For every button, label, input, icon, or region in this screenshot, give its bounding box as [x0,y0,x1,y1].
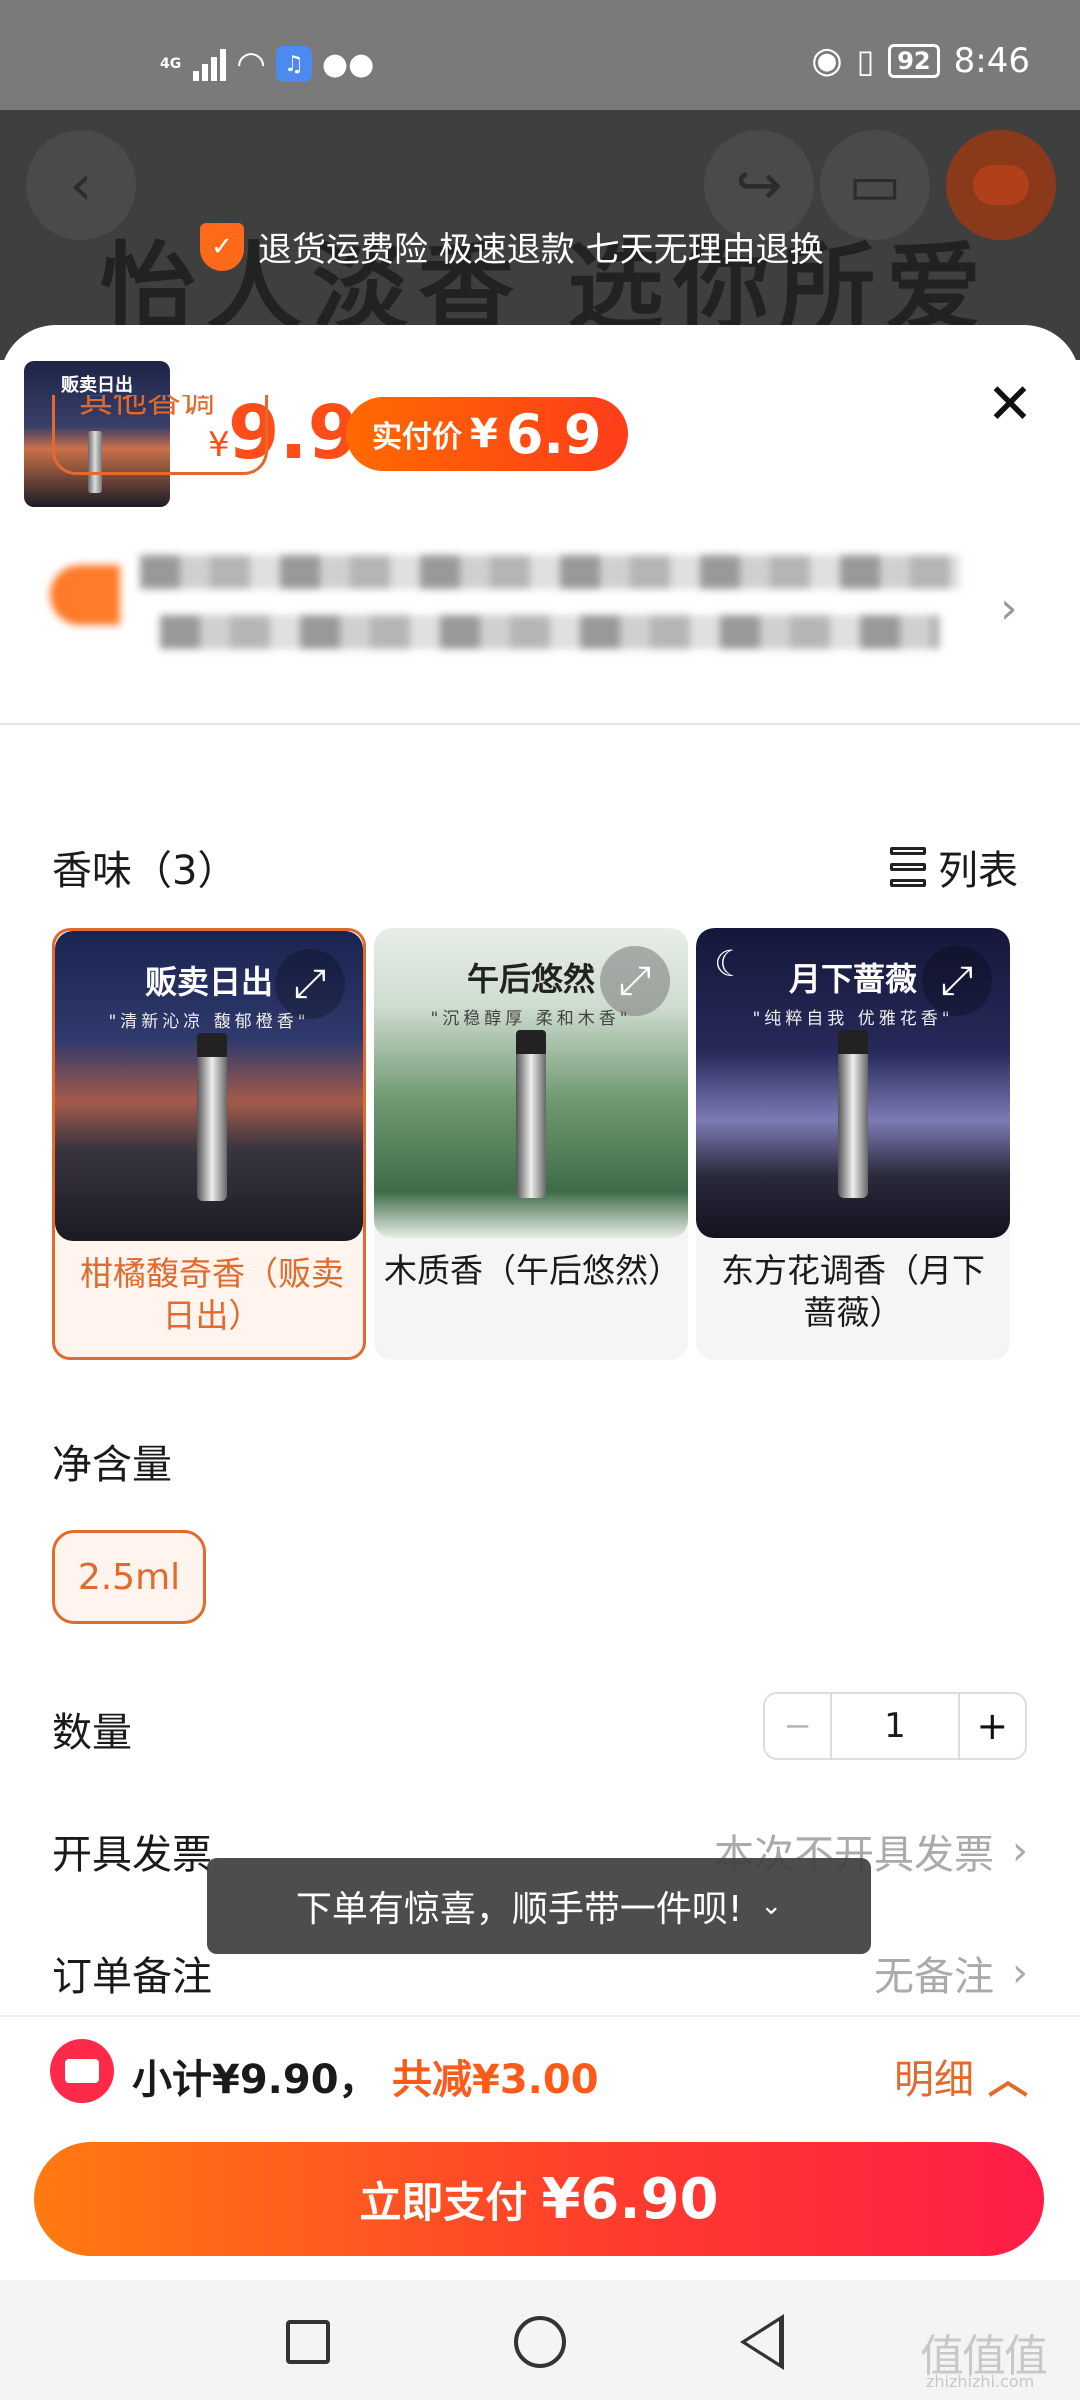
pay-now-button[interactable]: 立即支付 ¥6.90 [34,2142,1044,2256]
back-nav-icon[interactable] [740,2314,784,2370]
shield-check-icon: ✓ [200,222,244,271]
decrement-button[interactable]: − [765,1694,833,1758]
subtotal-text: 小计¥9.90， [132,2057,379,2103]
list-icon [890,847,926,887]
more-icon [946,130,1056,240]
status-bar: 4G ◠ ♫ ●● ◉ ▯ 92 8:46 [0,0,1080,110]
wechat-icon: ●● [321,46,375,82]
guarantee-text: 退货运费险 极速退款 七天无理由退换 [258,230,824,270]
scent-image-2: 午后悠然 "沉稳醇厚 柔和木香" ⤢ [374,928,688,1238]
pay-now-amount: ¥6.90 [541,2166,719,2232]
chevron-double-down-icon: ⌄ [760,1891,783,1921]
signal-icon [193,47,227,81]
recents-icon[interactable] [286,2320,330,2364]
scent-image-1: 贩卖日出 "清新沁凉 馥郁橙香" ⤢ [55,931,363,1241]
status-left: 4G ◠ ♫ ●● [160,44,374,84]
scent-cards: 贩卖日出 "清新沁凉 馥郁橙香" ⤢ 柑橘馥奇香（贩卖日出） 午后悠然 "沉稳醇… [52,928,1010,1360]
close-icon[interactable]: ✕ [980,375,1040,435]
quantity-stepper: − 1 + [763,1692,1027,1760]
header-divider [0,723,1080,725]
battery-indicator: 92 [888,43,940,78]
network-type: 4G [160,56,182,72]
actual-price-label: 实付价 [372,420,462,455]
status-right: ◉ ▯ 92 8:46 [811,40,1030,81]
system-nav-bar: 值值值 zhizhizhi.com [0,2280,1080,2400]
toast-text: 下单有惊喜，顺手带一件呗! [295,1889,743,1930]
volume-section-title: 净含量 [52,1442,172,1488]
scent-image-3: ☾ 月下蔷薇 "纯粹自我 优雅花香" ⤢ [696,928,1010,1238]
chevron-right-icon: › [1012,1828,1028,1874]
quantity-label: 数量 [52,1710,132,1756]
order-note-label: 订单备注 [52,1954,212,2000]
actual-price-value: 6.9 [505,402,602,466]
coupon-icon [50,2039,114,2103]
chevron-right-icon: › [1012,1950,1028,1996]
expand-icon[interactable]: ⤢ [922,946,992,1016]
watermark-url: zhizhizhi.com [926,2372,1035,2391]
back-icon: ‹ [26,130,136,240]
scent-name: 木质香（午后悠然） [384,1251,681,1290]
scent-card-2[interactable]: 午后悠然 "沉稳醇厚 柔和木香" ⤢ 木质香（午后悠然） [374,928,688,1360]
bottle-graphic [516,1030,546,1198]
guarantee-bar: ✓ 退货运费险 极速退款 七天无理由退换 [200,222,824,271]
aroma-chip-other[interactable]: 其他香调 [52,395,268,475]
order-note-value: 无备注 [874,1954,994,2000]
subtotal-bar: 小计¥9.90， 共减¥3.00 明细 ︿ [0,2015,1080,2125]
scent-card-1[interactable]: 贩卖日出 "清新沁凉 馥郁橙香" ⤢ 柑橘馥奇香（贩卖日出） [52,928,366,1360]
expand-icon[interactable]: ⤢ [600,946,670,1016]
price-detail-button[interactable]: 明细 ︿ [894,2047,1028,2105]
redacted-address[interactable] [50,525,960,675]
vibrate-icon: ▯ [856,41,875,80]
invoice-label: 开具发票 [52,1832,212,1878]
thumbnail-title: 贩卖日出 [61,375,133,396]
quantity-value[interactable]: 1 [832,1694,957,1758]
chevron-up-icon: ︿ [988,2057,1028,2103]
music-app-icon: ♫ [275,46,312,82]
expand-icon[interactable]: ⤢ [275,949,345,1019]
order-note-row-value[interactable]: 无备注 › [874,1944,1028,2002]
detail-label: 明细 [894,2057,974,2103]
scent-section-title: 香味（3） [52,848,238,894]
scent-name: 东方花调香（月下蔷薇） [721,1251,985,1332]
bottle-graphic [838,1030,868,1198]
aroma-chip-label: 其他香调 [79,395,215,421]
clock: 8:46 [953,40,1030,81]
wifi-icon: ◠ [236,44,266,84]
bottle-graphic [197,1033,227,1201]
promo-toast[interactable]: 下单有惊喜，顺手带一件呗! ⌄ [207,1858,871,1954]
home-icon[interactable] [514,2316,566,2368]
actual-price-badge: 实付价 ¥ 6.9 [346,397,628,471]
discount-text: 共减¥3.00 [392,2057,599,2103]
scent-card-3[interactable]: ☾ 月下蔷薇 "纯粹自我 优雅花香" ⤢ 东方花调香（月下蔷薇） [696,928,1010,1360]
list-view-button[interactable]: 列表 [890,838,1018,896]
eye-icon: ◉ [811,40,843,81]
sheet-header: 贩卖日出 ¥ 9.9 实付价 ¥ 6.9 ✕ › [0,325,1080,725]
increment-button[interactable]: + [957,1694,1025,1758]
scent-name: 柑橘馥奇香（贩卖日出） [80,1254,344,1335]
volume-option-chip[interactable]: 2.5ml [52,1530,206,1624]
chevron-right-icon[interactable]: › [1000,583,1018,634]
cart-icon: ▭ [820,130,930,240]
actual-price-currency: ¥ [470,411,498,457]
background-page: 怡人淡香 选你所爱 ‹ ↪ ▭ ✓ 退货运费险 极速退款 七天无理由退换 [0,110,1080,360]
list-view-label: 列表 [938,848,1018,894]
pay-now-label: 立即支付 [359,2177,528,2227]
